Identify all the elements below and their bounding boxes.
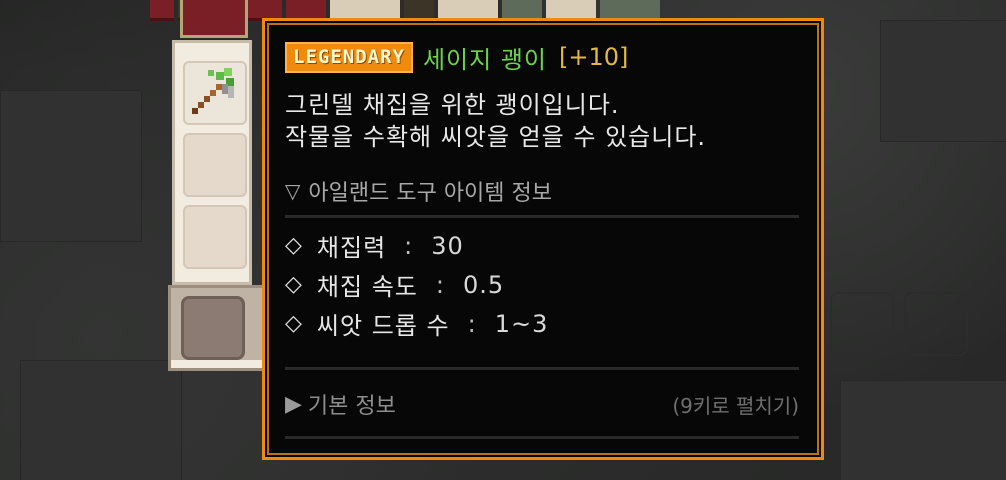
- stat-value: 0.5: [462, 270, 505, 299]
- inventory-slot-2[interactable]: [183, 133, 247, 197]
- sage-hoe-icon[interactable]: [186, 62, 242, 122]
- stone-block: [20, 360, 182, 480]
- basic-info-toggle[interactable]: ▶ 기본 정보: [285, 388, 396, 420]
- stat-separator: :: [435, 270, 445, 299]
- stat-label: 채집 속도: [316, 273, 418, 301]
- stat-label: 채집력: [316, 234, 387, 262]
- stat-list: ◇ 채집력 : 30 ◇ 채집 속도 : 0.5 ◇ 씨앗 드롭 수 : 1~3: [285, 226, 799, 343]
- expand-hint: (9키로 펼치기): [672, 393, 799, 418]
- stat-separator: :: [467, 309, 477, 338]
- triangle-right-icon: ▶: [285, 391, 302, 417]
- hotbar-slot-top[interactable]: [180, 0, 248, 38]
- tooltip-title-row: LEGENDARY 세이지 괭이 [+10]: [285, 41, 799, 74]
- item-name: 세이지 괭이: [422, 45, 547, 74]
- tool-info-title: 아일랜드 도구 아이템 정보: [308, 181, 553, 206]
- diamond-icon: ◇: [285, 272, 303, 297]
- inventory-slot-3[interactable]: [183, 205, 247, 269]
- stat-row: ◇ 채집 속도 : 0.5: [285, 265, 799, 304]
- stone-block: [0, 90, 142, 242]
- top-hotbar: [150, 0, 1006, 21]
- item-tooltip: LEGENDARY 세이지 괭이 [+10] 그린델 채집을 위한 괭이입니다.…: [262, 18, 824, 460]
- item-level: [+10]: [558, 43, 629, 71]
- selected-slot-frame: [168, 285, 268, 371]
- description-line: 그린델 채집을 위한 괭이입니다.: [285, 91, 620, 119]
- faded-slots: [830, 292, 1006, 356]
- basic-info-label: 기본 정보: [307, 394, 396, 419]
- rarity-badge: LEGENDARY: [285, 41, 413, 73]
- triangle-down-icon: ▽: [285, 179, 301, 203]
- divider: [285, 367, 799, 370]
- divider: [285, 436, 799, 439]
- stone-block: [880, 20, 1006, 142]
- diamond-icon: ◇: [285, 311, 303, 336]
- stat-row: ◇ 채집력 : 30: [285, 226, 799, 265]
- diamond-icon: ◇: [285, 233, 303, 258]
- stone-block: [840, 380, 1006, 480]
- selected-slot[interactable]: [181, 296, 245, 360]
- description-line: 작물을 수확해 씨앗을 얻을 수 있습니다.: [285, 123, 707, 151]
- tool-info-header[interactable]: ▽ 아일랜드 도구 아이템 정보: [285, 175, 799, 207]
- basic-info-row[interactable]: ▶ 기본 정보 (9키로 펼치기): [285, 388, 799, 420]
- stat-value: 30: [431, 231, 464, 260]
- stat-value: 1~3: [494, 309, 549, 338]
- item-description: 그린델 채집을 위한 괭이입니다. 작물을 수확해 씨앗을 얻을 수 있습니다.: [285, 89, 799, 153]
- divider: [285, 215, 799, 218]
- stat-separator: :: [404, 231, 414, 260]
- stat-label: 씨앗 드롭 수: [316, 312, 450, 340]
- stat-row: ◇ 씨앗 드롭 수 : 1~3: [285, 304, 799, 343]
